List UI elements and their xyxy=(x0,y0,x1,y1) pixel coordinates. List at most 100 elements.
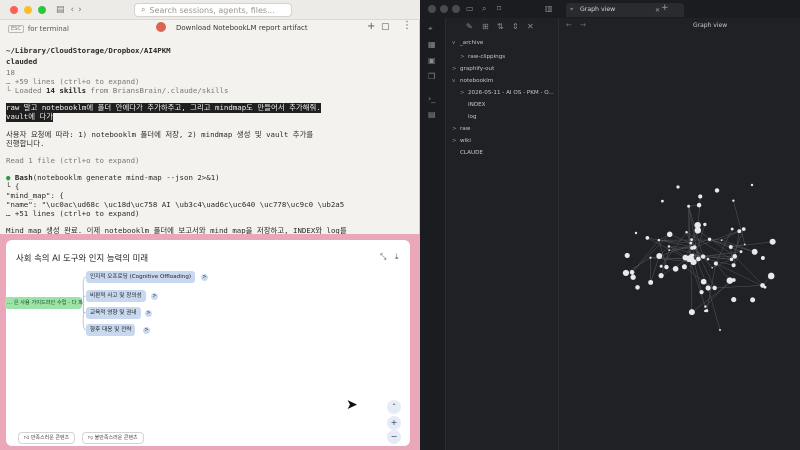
zoom-in-button[interactable]: + xyxy=(387,416,401,430)
graph-node[interactable] xyxy=(719,329,721,331)
graph-node[interactable] xyxy=(666,231,673,238)
tree-item[interactable]: v notebooklm xyxy=(452,78,493,84)
back-arrow-icon[interactable]: ‹ xyxy=(71,5,75,15)
new-folder-icon[interactable]: ⊞ xyxy=(482,22,489,31)
graph-node[interactable] xyxy=(711,266,713,269)
split-view-icon[interactable]: ▢ xyxy=(381,22,390,32)
search-input[interactable]: ⌕ Search sessions, agents, files... xyxy=(134,3,292,17)
graph-node[interactable] xyxy=(729,257,734,262)
graph-node[interactable] xyxy=(705,285,711,291)
bad-content-button[interactable]: 👎︎ 불만족스러운 콘텐츠 xyxy=(82,432,144,444)
graph-node[interactable] xyxy=(698,194,703,199)
sidebar-toggle-icon[interactable]: ▤ xyxy=(56,5,65,15)
forward-arrow-icon[interactable]: › xyxy=(78,5,82,15)
graph-node[interactable] xyxy=(687,204,691,208)
tree-item[interactable]: > raw-clippings xyxy=(460,54,505,60)
tree-item[interactable]: log xyxy=(460,114,477,120)
graph-node[interactable] xyxy=(728,245,733,249)
graph-node[interactable] xyxy=(659,264,663,268)
graph-node[interactable] xyxy=(714,188,720,193)
graph-node[interactable] xyxy=(731,296,737,303)
graph-node[interactable] xyxy=(622,269,630,277)
search-icon[interactable]: ⌕ xyxy=(482,4,486,14)
graph-node[interactable] xyxy=(685,231,688,234)
minimize-window-button[interactable] xyxy=(440,5,448,13)
graph-node[interactable] xyxy=(668,249,671,251)
template-icon[interactable]: ▤ xyxy=(428,110,436,119)
maximize-window-button[interactable] xyxy=(38,5,46,14)
graph-node[interactable] xyxy=(763,285,767,289)
close-window-button[interactable] xyxy=(428,5,436,13)
graph-node[interactable] xyxy=(703,222,707,227)
graph-node[interactable] xyxy=(737,229,742,234)
close-window-button[interactable] xyxy=(10,5,18,14)
graph-node[interactable] xyxy=(731,278,736,282)
graph-node[interactable] xyxy=(660,199,664,203)
expand-node-button[interactable]: > xyxy=(143,327,150,334)
minimize-window-button[interactable] xyxy=(24,5,32,14)
files-icon[interactable]: ▭ xyxy=(466,4,474,13)
tree-item[interactable]: > graphify-out xyxy=(452,66,494,72)
back-arrow-icon[interactable]: ← xyxy=(566,21,572,29)
graph-node[interactable] xyxy=(681,264,687,270)
graph-node[interactable] xyxy=(672,266,679,272)
graph-node[interactable] xyxy=(750,297,756,303)
graph-node[interactable] xyxy=(720,239,723,241)
graph-node[interactable] xyxy=(705,309,709,313)
tree-item[interactable]: INDEX xyxy=(460,102,486,108)
graph-node[interactable] xyxy=(688,309,695,316)
expand-node-button[interactable]: > xyxy=(151,293,158,300)
mindmap-root-node[interactable]: … 은 사용 가이드라인 수립 - 다 파면 - web 회의) xyxy=(5,297,82,309)
graph-node[interactable] xyxy=(712,285,717,291)
graph-node[interactable] xyxy=(645,236,650,240)
tree-item[interactable]: v _archive xyxy=(452,40,483,46)
zoom-out-button[interactable]: − xyxy=(387,430,401,444)
graph-node[interactable] xyxy=(732,254,738,259)
close-icon[interactable]: ✕ xyxy=(527,22,534,31)
graph-node[interactable] xyxy=(700,278,707,285)
forward-arrow-icon[interactable]: → xyxy=(580,21,586,29)
close-tab-icon[interactable]: ✕ xyxy=(655,7,660,14)
graph-node[interactable] xyxy=(743,243,746,246)
graph-node[interactable] xyxy=(732,199,735,202)
graph-node[interactable] xyxy=(629,270,635,275)
graph-node[interactable] xyxy=(687,254,695,262)
expand-node-button[interactable]: > xyxy=(145,310,152,317)
graph-node[interactable] xyxy=(755,250,758,254)
graph-node[interactable] xyxy=(741,227,746,231)
sort-icon[interactable]: ⇅ xyxy=(497,22,504,31)
copy-icon[interactable]: ❐ xyxy=(428,72,435,81)
tree-item[interactable]: > raw xyxy=(452,126,470,132)
expand-node-button[interactable]: > xyxy=(201,274,208,281)
graph-node[interactable] xyxy=(630,274,636,280)
sidebar-toggle-icon[interactable]: ▥ xyxy=(545,4,553,13)
graph-icon[interactable]: ⌖ xyxy=(428,24,433,34)
tree-item[interactable]: CLAUDE xyxy=(452,150,483,156)
new-tab-button[interactable]: + xyxy=(367,21,375,32)
mindmap-node[interactable]: 비판적 사고 및 창의성 xyxy=(86,290,146,302)
terminal-tab-label[interactable]: for terminal xyxy=(28,25,69,33)
good-content-button[interactable]: 👍︎ 만족스러운 콘텐츠 xyxy=(18,432,76,444)
graph-node[interactable] xyxy=(657,238,661,242)
graph-node[interactable] xyxy=(690,246,694,250)
maximize-window-button[interactable] xyxy=(452,5,460,13)
collapse-all-button[interactable]: ⌃ xyxy=(387,400,401,414)
collapse-all-icon[interactable]: ⇕ xyxy=(512,22,519,31)
graph-node[interactable] xyxy=(649,256,652,259)
calendar-icon[interactable]: ▣ xyxy=(428,56,436,65)
graph-node[interactable] xyxy=(682,254,689,261)
graph-node[interactable] xyxy=(696,202,702,208)
tree-item[interactable]: > wiki xyxy=(452,138,471,144)
graph-node[interactable] xyxy=(635,285,640,290)
graph-node[interactable] xyxy=(760,256,765,260)
read-file-line[interactable]: Read 1 file (ctrl+o to expand) xyxy=(6,156,140,166)
graph-node[interactable] xyxy=(676,185,680,189)
more-options-icon[interactable]: ⋮ xyxy=(402,20,412,31)
fullscreen-icon[interactable]: ⤡ xyxy=(380,252,386,262)
graph-node[interactable] xyxy=(700,254,706,259)
graph-node[interactable] xyxy=(658,272,664,279)
expand-hint[interactable]: … +51 lines (ctrl+o to expand) xyxy=(6,209,140,219)
graph-node[interactable] xyxy=(696,256,701,262)
mindmap-node[interactable]: 향후 대응 및 전략 xyxy=(86,324,136,336)
graph-node[interactable] xyxy=(739,250,743,254)
